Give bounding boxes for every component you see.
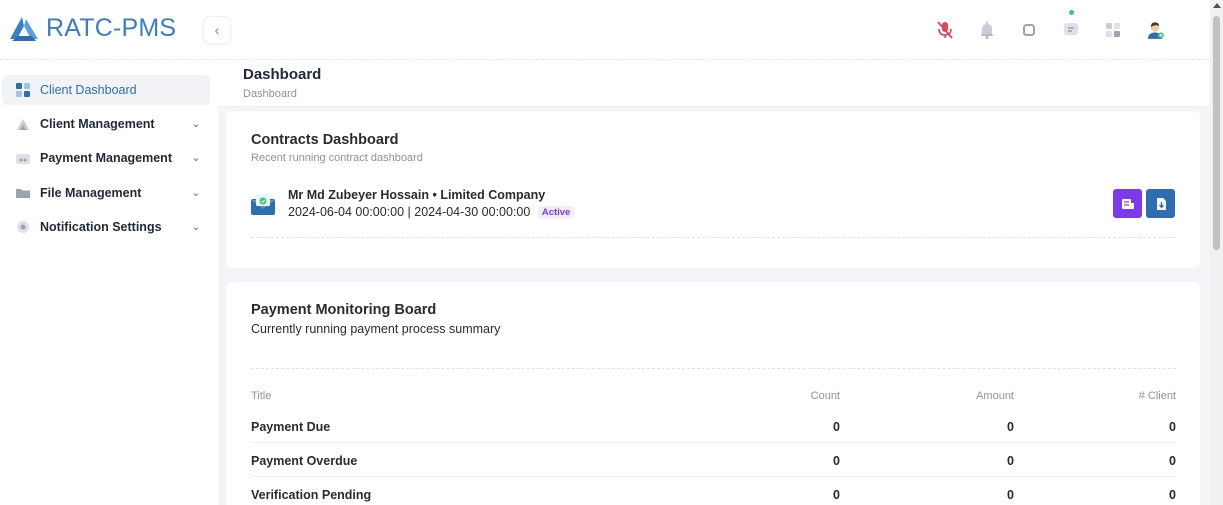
row-amount: 0	[1007, 454, 1014, 468]
mic-off-icon	[937, 21, 953, 39]
table-row[interactable]: Verification Pending 0 0 0	[251, 477, 1176, 505]
stop-button[interactable]	[1012, 13, 1046, 47]
table-row[interactable]: Payment Overdue 0 0 0	[251, 443, 1176, 477]
payment-monitoring-card: Payment Monitoring Board Currently runni…	[226, 282, 1200, 505]
status-badge: Active	[537, 206, 575, 220]
chevron-left-icon: ‹	[214, 21, 220, 39]
contracts-card: Contracts Dashboard Recent running contr…	[226, 111, 1200, 268]
apps-button[interactable]	[1096, 13, 1130, 47]
sidebar-item-file-management[interactable]: File Management ⌄	[2, 178, 210, 208]
sidebar: Client Dashboard Client Management ⌄ Pay…	[0, 61, 218, 505]
payment-icon	[16, 151, 30, 165]
online-dot	[1069, 10, 1074, 15]
contract-envelope-icon	[251, 194, 275, 215]
row-amount: 0	[1007, 420, 1014, 434]
folder-icon	[16, 186, 30, 200]
user-avatar	[1147, 22, 1164, 39]
bell-icon	[981, 21, 993, 39]
contract-download-button[interactable]	[1146, 189, 1175, 218]
header-actions	[928, 10, 1180, 47]
messages-button[interactable]	[1054, 10, 1088, 47]
divider	[251, 368, 1176, 369]
brand-name: RATC-PMS	[46, 14, 177, 42]
row-amount: 0	[1007, 488, 1014, 502]
scrollbar-thumb[interactable]	[1213, 16, 1220, 250]
notifications-button[interactable]	[970, 13, 1004, 47]
dashboard-icon	[16, 83, 30, 97]
sidebar-item-label: Client Dashboard	[40, 83, 137, 97]
page-title: Dashboard	[243, 66, 322, 83]
payment-summary-table: Title Count Amount # Client Payment Due …	[251, 379, 1176, 505]
payments-subtitle: Currently running payment process summar…	[251, 322, 501, 336]
document-list-icon	[1121, 198, 1134, 209]
brand[interactable]: RATC-PMS	[8, 14, 176, 43]
page-header: Dashboard Dashboard	[218, 61, 1210, 107]
sidebar-item-notification-settings[interactable]: Notification Settings ⌄	[2, 212, 210, 242]
contract-dates-row: 2024-06-04 00:00:00 | 2024-04-30 00:00:0…	[288, 205, 575, 220]
column-header: # Client	[1138, 390, 1176, 402]
chevron-down-icon: ⌄	[191, 118, 200, 130]
sidebar-item-label: Notification Settings	[40, 220, 162, 234]
contract-client-name[interactable]: Mr Md Zubeyer Hossain • Limited Company	[288, 188, 545, 202]
table-row[interactable]: Payment Due 0 0 0	[251, 409, 1176, 443]
contract-dates: 2024-06-04 00:00:00 | 2024-04-30 00:00:0…	[288, 205, 531, 219]
payments-title: Payment Monitoring Board	[251, 302, 437, 318]
row-count: 0	[833, 454, 840, 468]
row-title: Payment Overdue	[251, 454, 358, 468]
brand-logo-icon	[10, 16, 38, 41]
divider	[251, 237, 1176, 238]
sidebar-item-payment-management[interactable]: Payment Management ⌄	[2, 143, 210, 173]
top-bar: RATC-PMS ‹	[0, 0, 1210, 60]
row-clients: 0	[1169, 420, 1176, 434]
client-icon	[16, 117, 30, 131]
settings-icon	[16, 220, 30, 234]
user-menu-button[interactable]	[1138, 13, 1172, 47]
row-clients: 0	[1169, 488, 1176, 502]
row-count: 0	[833, 420, 840, 434]
stop-icon	[1023, 24, 1035, 36]
sidebar-item-label: File Management	[40, 186, 142, 200]
contract-details-button[interactable]	[1113, 189, 1142, 218]
sidebar-item-client-dashboard[interactable]: Client Dashboard	[2, 75, 210, 105]
breadcrumb[interactable]: Dashboard	[243, 88, 297, 100]
sidebar-item-label: Client Management	[40, 117, 155, 131]
column-header: Count	[810, 390, 840, 402]
row-title: Verification Pending	[251, 488, 372, 502]
page-scrollbar[interactable]	[1210, 0, 1223, 505]
contracts-title: Contracts Dashboard	[251, 132, 399, 148]
row-clients: 0	[1169, 454, 1176, 468]
row-count: 0	[833, 488, 840, 502]
apps-grid-icon	[1106, 23, 1120, 37]
chevron-down-icon: ⌄	[191, 221, 200, 233]
chevron-down-icon: ⌄	[191, 152, 200, 164]
row-title: Payment Due	[251, 420, 331, 434]
table-header: Title Count Amount # Client	[251, 379, 1176, 409]
contracts-subtitle: Recent running contract dashboard	[251, 152, 423, 164]
file-download-icon	[1156, 197, 1166, 210]
sidebar-collapse-button[interactable]: ‹	[203, 16, 231, 44]
scroll-up-icon[interactable]	[1213, 3, 1221, 8]
sidebar-item-client-management[interactable]: Client Management ⌄	[2, 109, 210, 139]
mic-off-button[interactable]	[928, 13, 962, 47]
main-content: Dashboard Dashboard Contracts Dashboard …	[218, 61, 1210, 505]
column-header: Title	[251, 390, 272, 402]
chat-icon	[1064, 23, 1078, 35]
chevron-down-icon: ⌄	[191, 187, 200, 199]
sidebar-item-label: Payment Management	[40, 151, 172, 165]
column-header: Amount	[976, 390, 1014, 402]
